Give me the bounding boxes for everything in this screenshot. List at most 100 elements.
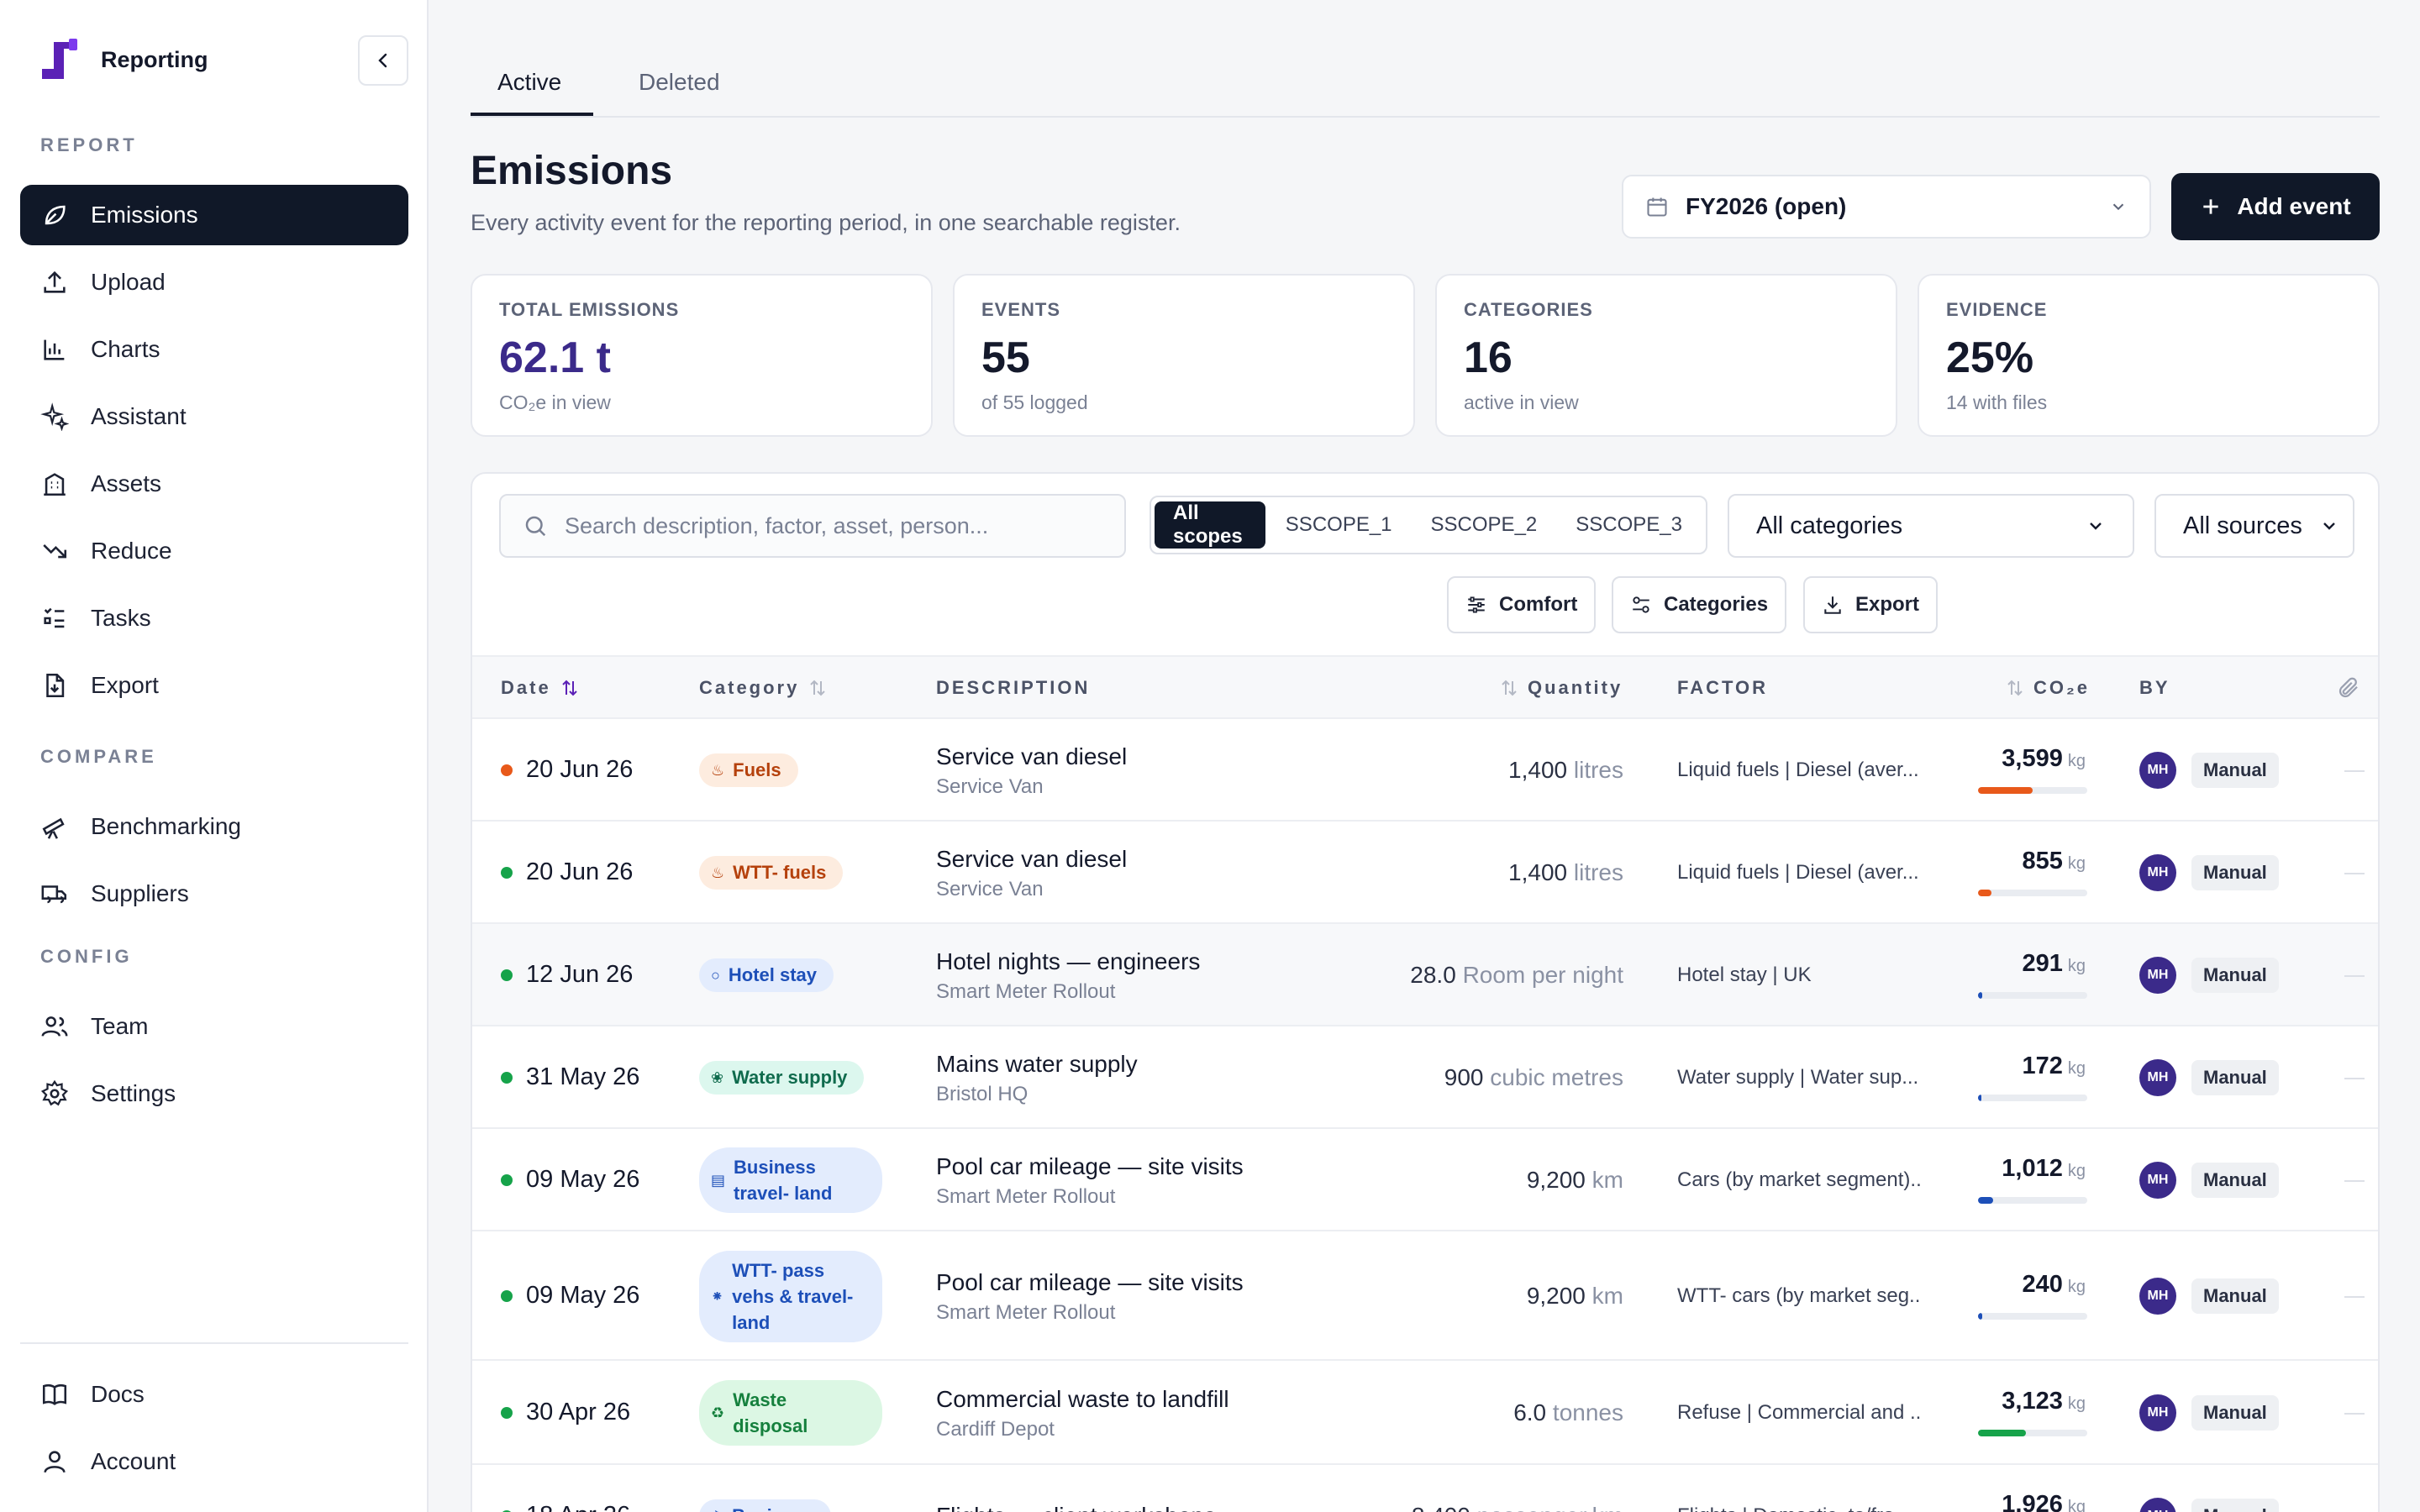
sparkles-icon (40, 402, 69, 431)
period-select[interactable]: FY2026 (open) (1622, 175, 2151, 239)
stat-label: CATEGORIES (1464, 299, 1593, 320)
search-icon (525, 516, 546, 537)
co2e-unit: kg (2067, 752, 2086, 770)
category-badge[interactable]: ○ Hotel stay (699, 958, 834, 992)
co2e-value: 1,926 (2002, 1491, 2063, 1512)
export-label: Export (1855, 593, 1920, 616)
description-text: Mains water supply (936, 1051, 1138, 1077)
sliders-icon (1468, 596, 1485, 613)
category-label: Waste disposal (733, 1389, 808, 1436)
row-co2e: 855 kg (1976, 848, 2086, 875)
quantity-unit: tonnes (1552, 1399, 1623, 1425)
quantity-unit: litres (1573, 859, 1623, 885)
export-button[interactable]: Export (1803, 576, 1939, 633)
category-icon: ✈ (711, 1508, 723, 1512)
sidebar-item-export[interactable]: Export (20, 655, 408, 716)
sidebar-item-emissions[interactable]: Emissions (20, 185, 408, 245)
table-row[interactable]: 30 Apr 26 ♻ Waste disposal Commercial waste… (472, 1361, 2378, 1465)
co2e-share-fill (1978, 1095, 1981, 1101)
comfort-density-button[interactable]: Comfort (1447, 576, 1597, 633)
quantity-unit: km (1591, 1283, 1623, 1309)
category-select-value: All categories (1756, 512, 1903, 539)
scope-1[interactable]: SSCOPE_1 (1267, 501, 1411, 549)
category-badge[interactable]: ♻ Waste disposal (699, 1380, 882, 1446)
category-label: WTT- pass vehs & travel- land (732, 1259, 854, 1333)
table-row[interactable]: 12 Jun 26 ○ Hotel stay Hotel nights — engin… (472, 924, 2378, 1026)
scope-2[interactable]: SSCOPE_2 (1413, 501, 1556, 549)
sidebar-item-tasks[interactable]: Tasks (20, 588, 408, 648)
sort-icon (2007, 680, 2023, 696)
sidebar-item-settings[interactable]: Settings (20, 1063, 408, 1124)
row-factor: Liquid fuels | Diesel (aver... (1677, 861, 1919, 884)
sidebar-item-label: Export (91, 672, 159, 698)
stat-events: EVENTS 55 of 55 logged (953, 274, 1415, 437)
co2e-share-bar (1978, 787, 2087, 794)
sidebar-item-assets[interactable]: Assets (20, 454, 408, 514)
sidebar-item-team[interactable]: Team (20, 996, 408, 1057)
scope-filter: All scopes SSCOPE_1 SSCOPE_2 SSCOPE_3 (1150, 496, 1707, 554)
source-badge: Manual (2191, 1060, 2279, 1095)
table-row[interactable]: 09 May 26 ▤ Business travel- land Pool car … (472, 1129, 2378, 1231)
user-icon (44, 1451, 66, 1473)
table-row[interactable]: 18 Apr 26 ✈ Business Flights — client works… (472, 1465, 2378, 1512)
category-select[interactable]: All categories (1728, 494, 2134, 558)
co2e-share-bar (1978, 1095, 2087, 1101)
column-category[interactable]: Category (699, 677, 828, 699)
avatar: MH (2139, 854, 2176, 891)
plus-icon (2203, 199, 2218, 214)
column-quantity[interactable]: Quantity (1499, 677, 1623, 699)
sidebar-item-suppliers[interactable]: Suppliers (20, 864, 408, 924)
category-badge[interactable]: ⁕ WTT- pass vehs & travel- land (699, 1250, 882, 1342)
add-event-button[interactable]: Add event (2171, 173, 2380, 240)
category-label: Fuels (733, 759, 781, 780)
brand[interactable]: Reporting (35, 35, 208, 84)
column-co2e[interactable]: CO₂e (2005, 677, 2090, 699)
avatar: MH (2139, 1059, 2176, 1096)
table-row[interactable]: 09 May 26 ⁕ WTT- pass vehs & travel- land P… (472, 1231, 2378, 1361)
row-date: 09 May 26 (526, 1282, 640, 1309)
tab-active[interactable]: Active (497, 69, 561, 96)
co2e-share-fill (1978, 787, 2033, 794)
quantity-unit: cubic metres (1490, 1064, 1623, 1090)
table-row[interactable]: 20 Jun 26 ♨ Fuels Service van diesel Service… (472, 719, 2378, 822)
telescope-icon (42, 817, 65, 839)
row-co2e: 3,123 kg (1976, 1388, 2086, 1415)
sidebar-item-account[interactable]: Account (20, 1431, 408, 1492)
description-text: Service van diesel (936, 846, 1128, 872)
tab-deleted[interactable]: Deleted (639, 69, 720, 96)
table-header: Date Category DESCRIPTION Quantity FACTO… (472, 655, 2378, 719)
status-dot (501, 1174, 513, 1186)
scope-3[interactable]: SSCOPE_3 (1557, 501, 1701, 549)
description-asset: Service Van (936, 878, 1044, 900)
category-label: Business (732, 1505, 814, 1512)
categories-button[interactable]: Categories (1612, 576, 1787, 633)
sidebar-item-label: Suppliers (91, 880, 189, 906)
sidebar-item-upload[interactable]: Upload (20, 252, 408, 312)
category-badge[interactable]: ▤ Business travel- land (699, 1147, 882, 1213)
sidebar-item-label: Account (91, 1448, 176, 1474)
sidebar-item-reduce[interactable]: Reduce (20, 521, 408, 581)
source-select[interactable]: All sources (2154, 494, 2354, 558)
sidebar-item-benchmarking[interactable]: Benchmarking (20, 796, 408, 857)
row-description: Mains water supply Bristol HQ (936, 1051, 1138, 1106)
sidebar-item-docs[interactable]: Docs (20, 1364, 408, 1425)
table-row[interactable]: 31 May 26 ❀ Water supply Mains water supply… (472, 1026, 2378, 1129)
source-badge: Manual (2191, 1395, 2279, 1431)
column-date-label: Date (501, 677, 551, 698)
stat-note: CO₂e in view (499, 391, 611, 413)
category-badge[interactable]: ♨ WTT- fuels (699, 856, 844, 890)
sidebar-item-charts[interactable]: Charts (20, 319, 408, 380)
co2e-unit: kg (2067, 1498, 2086, 1512)
search-input[interactable]: Search description, factor, asset, perso… (499, 494, 1126, 558)
category-badge[interactable]: ❀ Water supply (699, 1061, 865, 1095)
source-select-value: All sources (2183, 512, 2302, 539)
category-badge[interactable]: ♨ Fuels (699, 753, 798, 787)
scope-all[interactable]: All scopes (1155, 501, 1265, 549)
category-badge[interactable]: ✈ Business (699, 1499, 831, 1512)
collapse-sidebar-button[interactable] (358, 35, 408, 86)
status-dot (501, 1290, 513, 1302)
sidebar-item-assistant[interactable]: Assistant (20, 386, 408, 447)
column-date[interactable]: Date (501, 677, 580, 699)
row-factor: Hotel stay | UK (1677, 963, 1812, 986)
table-row[interactable]: 20 Jun 26 ♨ WTT- fuels Service van diesel Se… (472, 822, 2378, 924)
